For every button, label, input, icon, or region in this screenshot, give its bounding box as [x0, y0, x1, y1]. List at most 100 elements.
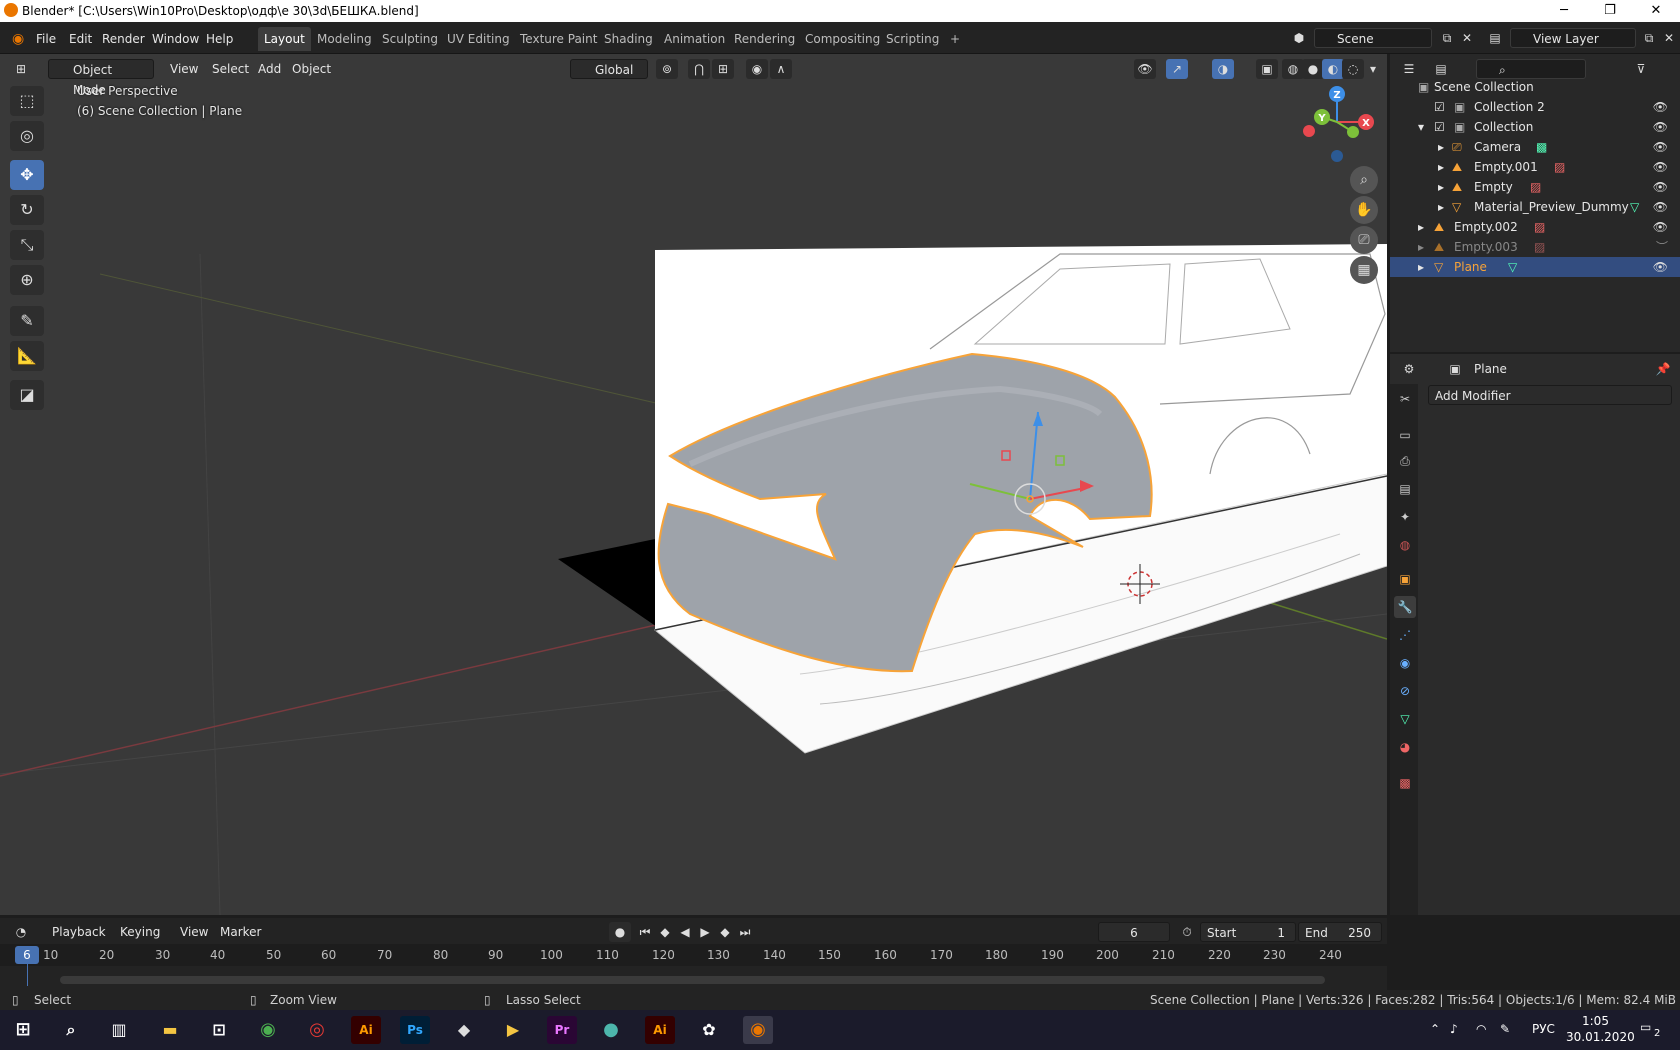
- filter-icon[interactable]: ⊽: [1630, 59, 1652, 79]
- select-box-tool[interactable]: ⬚: [10, 86, 44, 116]
- outliner-row-camera[interactable]: ▸ ⎚ Camera ▩ 👁: [1390, 137, 1680, 157]
- start-frame-field[interactable]: Start 1: [1200, 922, 1296, 942]
- eye-hidden-icon[interactable]: ︶: [1656, 237, 1668, 257]
- timeline-menu-keying[interactable]: Keying: [114, 922, 166, 942]
- view-layer-name-field[interactable]: View Layer: [1510, 28, 1636, 48]
- add-workspace-button[interactable]: +: [944, 27, 966, 51]
- gizmo-toggle-icon[interactable]: ↗: [1166, 59, 1188, 79]
- maximize-button[interactable]: ❐: [1587, 0, 1633, 22]
- tool-tab-icon[interactable]: ✂: [1394, 388, 1416, 410]
- new-scene-icon[interactable]: ⧉: [1436, 28, 1458, 48]
- app-icon-2[interactable]: ●: [596, 1016, 626, 1044]
- jump-end-icon[interactable]: ⏭: [734, 922, 756, 942]
- viewport-menu-object[interactable]: Object: [286, 59, 337, 79]
- scene-name-field[interactable]: Scene: [1314, 28, 1432, 48]
- clock-date[interactable]: 30.01.2020: [1566, 1030, 1635, 1044]
- scale-tool[interactable]: ⤡: [10, 230, 44, 260]
- timeline-menu-playback[interactable]: Playback: [46, 922, 112, 942]
- jump-start-icon[interactable]: ⏮: [634, 922, 656, 942]
- app-icon-3[interactable]: ✿: [694, 1016, 724, 1044]
- menu-render[interactable]: Render: [96, 29, 151, 49]
- texture-tab-icon[interactable]: ▩: [1394, 772, 1416, 794]
- task-view-icon[interactable]: ▥: [104, 1016, 134, 1044]
- expand-arrow-icon[interactable]: ▸: [1418, 217, 1424, 237]
- checkbox-icon[interactable]: ☑: [1434, 97, 1445, 117]
- outliner-row-plane[interactable]: ▸ ▽ Plane ▽ 👁: [1390, 257, 1680, 277]
- blender-taskbar-icon[interactable]: ◉: [743, 1016, 773, 1044]
- measure-tool[interactable]: 📐: [10, 341, 44, 371]
- notifications-icon[interactable]: ▭: [1640, 1020, 1651, 1034]
- menu-edit[interactable]: Edit: [63, 29, 98, 49]
- pivot-point-icon[interactable]: ⊚: [656, 59, 678, 79]
- pen-icon[interactable]: ✎: [1500, 1022, 1510, 1036]
- physics-tab-icon[interactable]: ◉: [1394, 652, 1416, 674]
- end-frame-field[interactable]: End 250: [1298, 922, 1382, 942]
- world-tab-icon[interactable]: ◍: [1394, 534, 1416, 556]
- viewport-menu-add[interactable]: Add: [252, 59, 287, 79]
- eye-icon[interactable]: 👁: [1653, 177, 1668, 197]
- premiere-icon[interactable]: Pr: [547, 1016, 577, 1044]
- pin-icon[interactable]: 📌: [1652, 359, 1674, 379]
- falloff-icon[interactable]: ∧: [770, 59, 792, 79]
- tab-modeling[interactable]: Modeling: [311, 27, 378, 51]
- timeline-menu-view[interactable]: View: [174, 922, 214, 942]
- minimize-button[interactable]: ─: [1541, 0, 1587, 22]
- snap-magnet-icon[interactable]: ⋂: [688, 59, 710, 79]
- volume-icon[interactable]: ♪: [1450, 1022, 1458, 1036]
- material-shading-icon[interactable]: ◐: [1322, 59, 1344, 79]
- tab-sculpting[interactable]: Sculpting: [376, 27, 444, 51]
- wireframe-shading-icon[interactable]: ◍: [1282, 59, 1304, 79]
- expand-arrow-icon[interactable]: ▸: [1438, 177, 1444, 197]
- search-icon[interactable]: ⌕: [56, 1016, 86, 1044]
- eye-icon[interactable]: 👁: [1653, 217, 1668, 237]
- expand-arrow-icon[interactable]: ▸: [1438, 137, 1444, 157]
- transform-tool[interactable]: ⊕: [10, 265, 44, 295]
- zoom-icon[interactable]: ⌕: [1350, 166, 1378, 194]
- outliner-row-empty[interactable]: ▸ ⛰ Empty ▨ 👁: [1390, 177, 1680, 197]
- app-icon[interactable]: ◎: [302, 1016, 332, 1044]
- menu-window[interactable]: Window: [146, 29, 205, 49]
- pan-hand-icon[interactable]: ✋: [1350, 196, 1378, 224]
- tab-scripting[interactable]: Scripting: [880, 27, 945, 51]
- eye-icon[interactable]: 👁: [1653, 257, 1668, 277]
- delete-view-layer-icon[interactable]: ✕: [1658, 28, 1680, 48]
- jump-keyframe-back-icon[interactable]: ◆: [654, 922, 676, 942]
- 3d-viewport[interactable]: Z X Y User Perspective (6) Scene Collect…: [0, 54, 1387, 915]
- outliner-row-material-preview-dummy[interactable]: ▸ ▽ Material_Preview_Dummy ▽ 👁: [1390, 197, 1680, 217]
- expand-arrow-icon[interactable]: ▸: [1438, 157, 1444, 177]
- timeline-ruler[interactable]: [0, 944, 1387, 966]
- record-icon[interactable]: ●: [609, 922, 631, 942]
- stopwatch-icon[interactable]: ⏱: [1176, 922, 1198, 942]
- add-modifier-dropdown[interactable]: Add Modifier: [1428, 385, 1672, 405]
- render-tab-icon[interactable]: ▭: [1394, 424, 1416, 446]
- outliner-row-collection-2[interactable]: ☑ ▣ Collection 2 👁: [1390, 97, 1680, 117]
- rotate-tool[interactable]: ↻: [10, 195, 44, 225]
- camera-view-icon[interactable]: ⎚: [1350, 226, 1378, 254]
- chrome-icon[interactable]: ◉: [253, 1016, 283, 1044]
- move-tool[interactable]: ✥: [10, 160, 44, 190]
- modifier-tab-icon[interactable]: 🔧: [1394, 596, 1416, 618]
- proportional-edit-icon[interactable]: ◉: [746, 59, 768, 79]
- timeline-panel[interactable]: ◔ Playback Keying View Marker ● ⏮ ◆ ◀ ▶ …: [0, 918, 1387, 990]
- expand-arrow-icon[interactable]: ▸: [1438, 197, 1444, 217]
- eye-icon[interactable]: 👁: [1653, 97, 1668, 117]
- editor-type-icon[interactable]: ⊞: [10, 59, 32, 79]
- tab-rendering[interactable]: Rendering: [728, 27, 801, 51]
- delete-scene-icon[interactable]: ✕: [1456, 28, 1478, 48]
- snap-target-icon[interactable]: ⊞: [712, 59, 734, 79]
- media-icon[interactable]: ▶: [498, 1016, 528, 1044]
- eye-icon[interactable]: 👁: [1653, 137, 1668, 157]
- visibility-icon[interactable]: 👁: [1134, 59, 1156, 79]
- network-icon[interactable]: ◠: [1476, 1022, 1486, 1036]
- solid-shading-icon[interactable]: ●: [1302, 59, 1324, 79]
- viewport-menu-select[interactable]: Select: [206, 59, 255, 79]
- new-view-layer-icon[interactable]: ⧉: [1638, 28, 1660, 48]
- close-button[interactable]: ✕: [1633, 0, 1679, 22]
- tray-up-icon[interactable]: ⌃: [1430, 1022, 1440, 1036]
- particles-tab-icon[interactable]: ⋰: [1394, 624, 1416, 646]
- current-frame-field[interactable]: 6: [1098, 922, 1170, 942]
- checkbox-icon[interactable]: ☑: [1434, 117, 1445, 137]
- outliner-search-input[interactable]: ⌕: [1476, 59, 1586, 79]
- expand-arrow-icon[interactable]: ▸: [1418, 257, 1424, 277]
- blender-menu-icon[interactable]: ◉: [6, 29, 30, 49]
